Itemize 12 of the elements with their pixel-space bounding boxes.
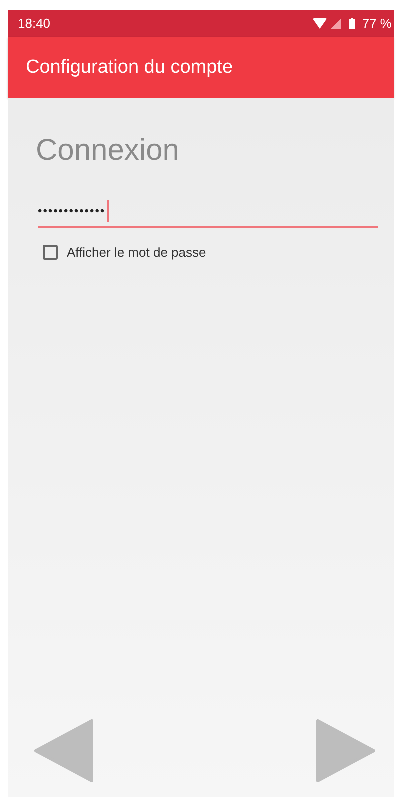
next-icon[interactable] [316,719,376,783]
password-field[interactable]: ••••••••••••• [38,196,378,228]
wifi-icon [313,18,328,29]
battery-percentage: 77 % [362,16,392,31]
previous-icon[interactable] [34,719,94,783]
checkbox-label: Afficher le mot de passe [67,245,206,260]
section-heading: Connexion [36,134,180,168]
signal-icon [331,18,342,28]
status-time: 18:40 [18,16,51,31]
app-bar-title: Configuration du compte [26,56,234,78]
battery-icon [349,18,356,29]
checkbox[interactable] [43,245,58,260]
